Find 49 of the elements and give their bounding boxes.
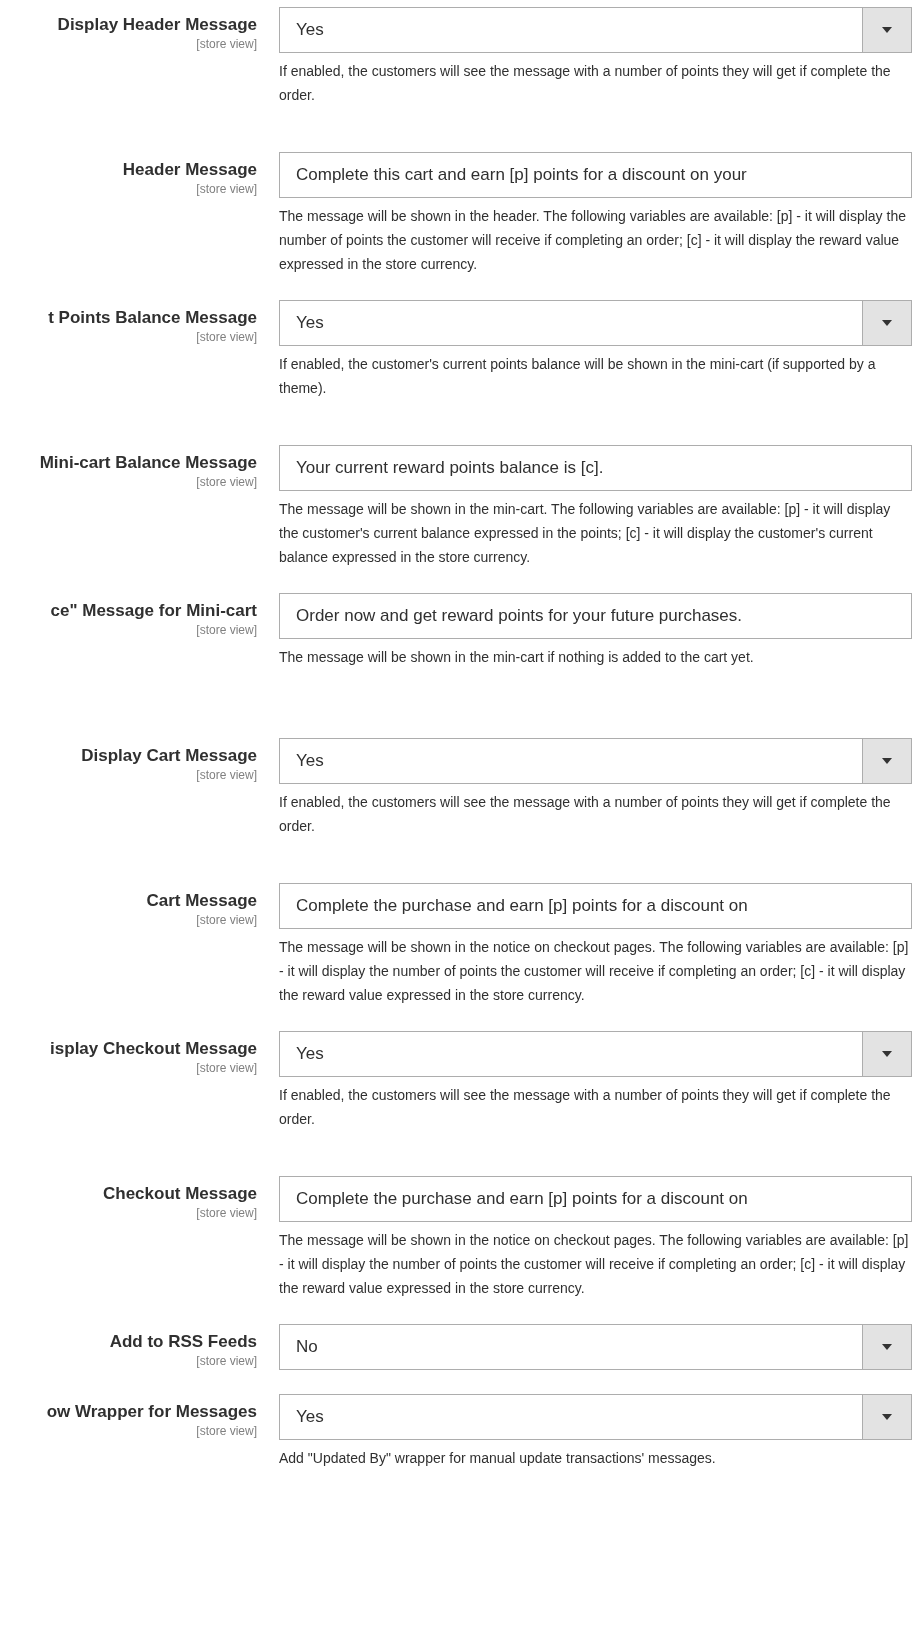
scope-hint: [store view] xyxy=(196,623,257,637)
text-field[interactable]: Complete the purchase and earn [p] points for a discount on xyxy=(279,1176,912,1222)
caret-icon xyxy=(882,1414,892,1420)
field-label: Display Cart Message xyxy=(81,746,257,766)
scope-hint: [store view] xyxy=(196,768,257,782)
text-field[interactable]: Complete the purchase and earn [p] points for a discount on xyxy=(279,883,912,929)
text-field[interactable]: Complete this cart and earn [p] points for a discount on your xyxy=(279,152,912,198)
field-note: Add "Updated By" wrapper for manual update transactions' messages. xyxy=(279,1449,717,1468)
field-label: ce" Message for Mini-cart xyxy=(50,601,257,621)
dropdown[interactable]: Yes xyxy=(279,1031,912,1077)
scope-hint: [store view] xyxy=(196,913,257,927)
field-note: The message will be shown in the min-cart if nothing is added to the cart yet. xyxy=(279,648,755,667)
caret-icon xyxy=(882,1051,892,1057)
field-label: Display Header Message xyxy=(57,15,257,35)
field-note: The message will be shown in the notice on checkout pages. The following variables are available: [p] - it will display the number of points the customer will receive if completing an order; [c] - it will display the reward value expressed in the store currency. xyxy=(279,1231,910,1298)
dropdown[interactable]: No xyxy=(279,1324,912,1370)
scope-hint: [store view] xyxy=(196,1061,257,1075)
scope-hint: [store view] xyxy=(196,182,257,196)
caret-icon xyxy=(882,758,892,764)
field-note: The message will be shown in the header. The following variables are available: [p] - it will display the number of points the customer will receive if completing an order; [c] - it will display the reward value expressed in the store currency. xyxy=(279,207,907,274)
scope-hint: [store view] xyxy=(196,1354,257,1368)
scope-hint: [store view] xyxy=(196,475,257,489)
field-label: Add to RSS Feeds xyxy=(109,1332,257,1352)
field-note: If enabled, the customers will see the message with a number of points they will get if complete the order. xyxy=(279,1086,892,1129)
field-note: The message will be shown in the min-cart. The following variables are available: [p] - it will display the customer's current balance expressed in the points; [c] - it will display the customer's current balance expressed in the store currency. xyxy=(279,500,892,567)
field-label: isplay Checkout Message xyxy=(50,1039,257,1059)
field-note: The message will be shown in the notice on checkout pages. The following variables are available: [p] - it will display the number of points the customer will receive if completing an order; [c] - it will display the reward value expressed in the store currency. xyxy=(279,938,910,1005)
field-label: Cart Message xyxy=(146,891,257,911)
text-field[interactable]: Order now and get reward points for your future purchases. xyxy=(279,593,912,639)
field-note: If enabled, the customers will see the message with a number of points they will get if complete the order. xyxy=(279,793,892,836)
caret-icon xyxy=(882,1344,892,1350)
scope-hint: [store view] xyxy=(196,37,257,51)
dropdown[interactable]: Yes xyxy=(279,7,912,53)
field-note: If enabled, the customer's current points balance will be shown in the mini-cart (if supported by a theme). xyxy=(279,355,877,398)
dropdown[interactable]: Yes xyxy=(279,738,912,784)
dropdown[interactable]: Yes xyxy=(279,300,912,346)
field-label: Checkout Message xyxy=(103,1184,257,1204)
caret-icon xyxy=(882,320,892,326)
field-label: Header Message xyxy=(122,160,257,180)
caret-icon xyxy=(882,27,892,33)
text-field[interactable]: Your current reward points balance is [c]. xyxy=(279,445,912,491)
dropdown[interactable]: Yes xyxy=(279,1394,912,1440)
scope-hint: [store view] xyxy=(196,1206,257,1220)
field-label: t Points Balance Message xyxy=(48,308,257,328)
field-note: If enabled, the customers will see the message with a number of points they will get if complete the order. xyxy=(279,62,892,105)
field-label: ow Wrapper for Messages xyxy=(46,1402,257,1422)
scope-hint: [store view] xyxy=(196,1424,257,1438)
field-label: Mini-cart Balance Message xyxy=(39,453,257,473)
scope-hint: [store view] xyxy=(196,330,257,344)
